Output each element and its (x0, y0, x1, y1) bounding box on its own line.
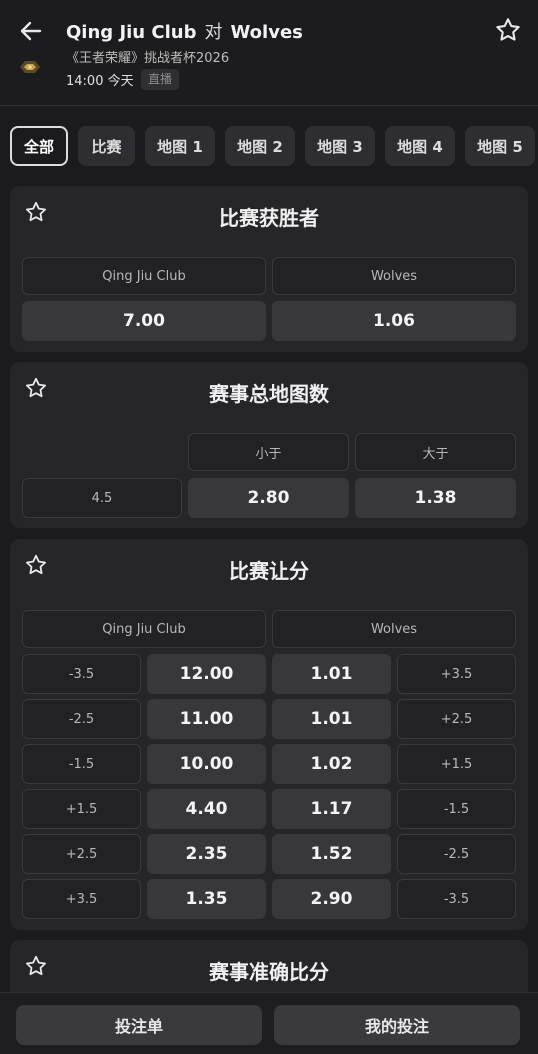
market-title: 比赛获胜者 (219, 206, 319, 230)
league-name: 《王者荣耀》挑战者杯2026 (66, 51, 230, 66)
tab-map-5[interactable]: 地图 5 (465, 126, 535, 166)
handicap-line-away: -2.5 (397, 834, 516, 874)
over-header: 大于 (355, 433, 516, 471)
under-header: 小于 (188, 433, 349, 471)
tab-map-3[interactable]: 地图 3 (305, 126, 375, 166)
handicap-line-away: -3.5 (397, 879, 516, 919)
odds-button[interactable]: 2.80 (188, 478, 349, 518)
handicap-line-home: +1.5 (22, 789, 141, 829)
tab-map-1[interactable]: 地图 1 (145, 126, 215, 166)
odds-button[interactable]: 2.35 (147, 834, 266, 874)
odds-button[interactable]: 7.00 (22, 301, 266, 341)
line-value: 4.5 (22, 478, 182, 518)
odds-button[interactable]: 12.00 (147, 654, 266, 694)
odds-button[interactable]: 2.90 (272, 879, 391, 919)
favorite-star-icon[interactable] (494, 16, 522, 44)
match-title: Qing Jiu Club 对 Wolves (66, 18, 303, 44)
vs-label: 对 (204, 22, 223, 43)
tab-map-4[interactable]: 地图 4 (385, 126, 455, 166)
team-home-header: Qing Jiu Club (22, 257, 266, 295)
market-title: 赛事总地图数 (209, 382, 329, 406)
odds-button[interactable]: 1.52 (272, 834, 391, 874)
tab-match[interactable]: 比赛 (78, 126, 135, 166)
handicap-line-home: -3.5 (22, 654, 141, 694)
tab-all[interactable]: 全部 (10, 126, 68, 166)
odds-button[interactable]: 11.00 (147, 699, 266, 739)
handicap-line-home: -1.5 (22, 744, 141, 784)
market-total-maps: 赛事总地图数 小于 大于 4.5 2.80 1.38 (10, 362, 528, 528)
team-away-header: Wolves (272, 610, 516, 648)
handicap-line-home: -2.5 (22, 699, 141, 739)
handicap-line-home: +2.5 (22, 834, 141, 874)
team-home-name: Qing Jiu Club (66, 22, 197, 43)
odds-button[interactable]: 1.38 (355, 478, 516, 518)
odds-button[interactable]: 10.00 (147, 744, 266, 784)
odds-button[interactable]: 1.01 (272, 654, 391, 694)
market-tabs: 全部 比赛 地图 1 地图 2 地图 3 地图 4 地图 5 (0, 124, 538, 168)
my-bets-button[interactable]: 我的投注 (274, 1005, 520, 1045)
market-title: 赛事准确比分 (209, 960, 329, 984)
odds-button[interactable]: 1.01 (272, 699, 391, 739)
back-arrow-icon[interactable] (18, 18, 44, 44)
odds-button[interactable]: 1.35 (147, 879, 266, 919)
team-away-header: Wolves (272, 257, 516, 295)
market-handicap: 比赛让分 Qing Jiu Club Wolves -3.5 12.00 1.01 +… (10, 539, 528, 930)
odds-button[interactable]: 4.40 (147, 789, 266, 829)
live-badge: 直播 (141, 69, 180, 90)
team-away-name: Wolves (230, 22, 303, 43)
match-header: Qing Jiu Club 对 Wolves 《王者荣耀》挑战者杯2026 14:0… (0, 0, 538, 106)
handicap-line-away: +1.5 (397, 744, 516, 784)
market-match-winner: 比赛获胜者 Qing Jiu Club Wolves 7.00 1.06 (10, 186, 528, 352)
odds-button[interactable]: 1.02 (272, 744, 391, 784)
match-time: 14:00 今天 (66, 74, 134, 89)
odds-button[interactable]: 1.17 (272, 789, 391, 829)
handicap-line-away: -1.5 (397, 789, 516, 829)
league-logo-icon (18, 58, 42, 76)
team-home-header: Qing Jiu Club (22, 610, 266, 648)
handicap-line-away: +3.5 (397, 654, 516, 694)
handicap-line-away: +2.5 (397, 699, 516, 739)
bottom-bar: 投注单 我的投注 (0, 992, 538, 1054)
betslip-button[interactable]: 投注单 (16, 1005, 262, 1045)
market-title: 比赛让分 (229, 559, 309, 583)
odds-button[interactable]: 1.06 (272, 301, 516, 341)
handicap-line-home: +3.5 (22, 879, 141, 919)
tab-map-2[interactable]: 地图 2 (225, 126, 295, 166)
